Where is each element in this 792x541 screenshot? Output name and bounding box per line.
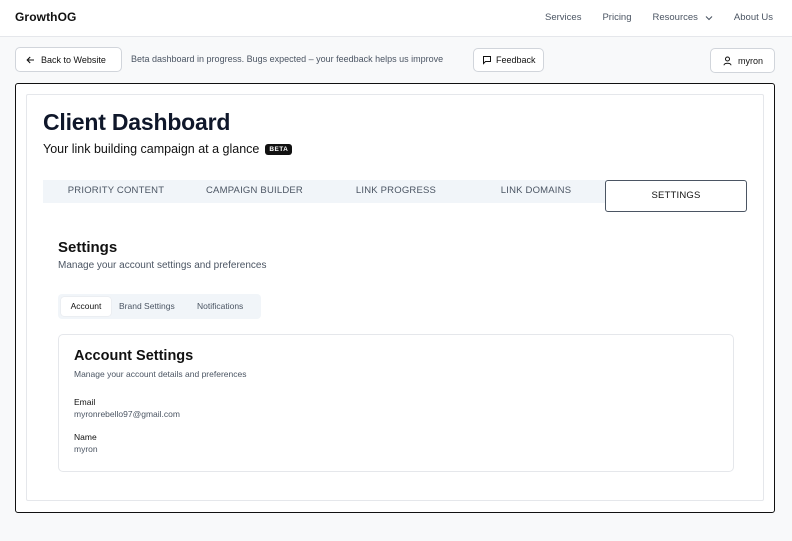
account-settings-subtitle: Manage your account details and preferen… — [74, 369, 247, 379]
tab-campaign-builder[interactable]: CAMPAIGN BUILDER — [189, 180, 320, 203]
dashboard-content: Client Dashboard Your link building camp… — [26, 94, 764, 501]
nav-link-pricing[interactable]: Pricing — [602, 12, 631, 23]
nav-link-about[interactable]: About Us — [734, 12, 773, 23]
beta-notice: Beta dashboard in progress. Bugs expecte… — [131, 54, 444, 64]
nav-link-resources[interactable]: Resources — [653, 12, 713, 23]
settings-title: Settings — [58, 239, 118, 256]
email-value: myronrebello97@gmail.com — [74, 409, 180, 419]
user-icon — [723, 56, 732, 65]
nav-link-resources-label: Resources — [652, 12, 698, 23]
user-name: myron — [738, 55, 764, 66]
subtab-account[interactable]: Account — [61, 297, 111, 316]
user-menu-button[interactable]: myron — [710, 48, 775, 73]
arrow-left-icon — [26, 56, 34, 63]
dashboard-panel: Client Dashboard Your link building camp… — [15, 83, 775, 513]
account-settings-title: Account Settings — [74, 348, 194, 364]
name-label: Name — [74, 432, 97, 442]
feedback-button[interactable]: Feedback — [473, 48, 544, 72]
tab-link-domains[interactable]: LINK DOMAINS — [472, 180, 600, 203]
message-square-icon — [483, 56, 491, 65]
subtab-brand-settings[interactable]: Brand Settings — [119, 297, 175, 316]
name-value: myron — [74, 444, 98, 454]
tab-settings[interactable]: SETTINGS — [605, 180, 747, 212]
beta-badge: BETA — [265, 143, 293, 155]
page-title: Client Dashboard — [43, 109, 231, 135]
settings-subtabs: Account Brand Settings Notifications — [58, 294, 261, 319]
top-nav: GrowthOG Services Pricing Resources Abou… — [0, 0, 792, 37]
back-button-label: Back to Website — [41, 54, 106, 65]
page-subtitle: Your link building campaign at a glance … — [43, 142, 293, 156]
back-to-website-button[interactable]: Back to Website — [15, 47, 122, 72]
email-label: Email — [74, 397, 96, 407]
nav-link-services[interactable]: Services — [545, 12, 581, 23]
chevron-down-icon — [705, 15, 713, 20]
brand-logo[interactable]: GrowthOG — [15, 10, 76, 24]
feedback-label: Feedback — [496, 55, 536, 65]
tab-link-progress[interactable]: LINK PROGRESS — [320, 180, 472, 203]
subtab-notifications[interactable]: Notifications — [197, 297, 243, 316]
account-settings-card: Account Settings Manage your account det… — [58, 334, 734, 472]
settings-subtitle: Manage your account settings and prefere… — [58, 260, 267, 271]
nav-links: Services Pricing Resources About Us — [524, 12, 773, 23]
page-subtitle-text: Your link building campaign at a glance — [43, 142, 260, 156]
tab-priority-content[interactable]: PRIORITY CONTENT — [43, 180, 189, 203]
